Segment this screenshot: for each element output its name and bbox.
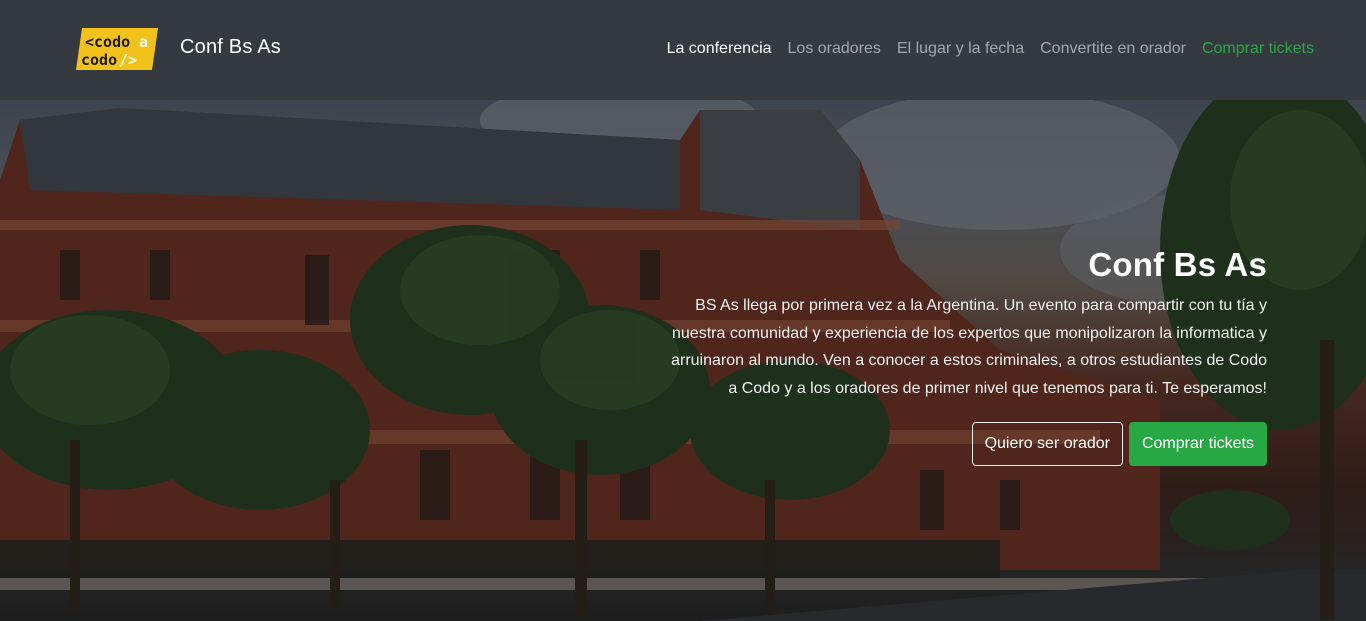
comprar-tickets-button[interactable]: Comprar tickets [1128,422,1267,466]
codo-a-codo-logo[interactable]: <codo a codo /> [76,28,158,70]
hero-buttons: Quiero ser orador Comprar tickets [667,422,1267,466]
nav-link-los-oradores[interactable]: Los oradores [788,40,881,58]
hero-content: Conf Bs As BS As llega por primera vez a… [667,246,1267,466]
hero-description: BS As llega por primera vez a la Argenti… [671,297,1267,397]
nav-links: La conferencia Los oradores El lugar y l… [667,40,1314,58]
hero-title: Conf Bs As [1088,246,1267,283]
svg-text:codo: codo [81,51,117,69]
quiero-ser-orador-button[interactable]: Quiero ser orador [971,422,1123,466]
svg-text:<codo: <codo [85,33,130,51]
svg-text:a: a [139,33,148,51]
navbar: <codo a codo /> Conf Bs As La conferenci… [0,0,1366,100]
hero-section: Conf Bs As BS As llega por primera vez a… [0,100,1366,621]
svg-text:/>: /> [119,51,137,69]
nav-link-la-conferencia[interactable]: La conferencia [667,40,772,58]
nav-link-comprar-tickets[interactable]: Comprar tickets [1202,40,1314,58]
nav-link-convertite-en-orador[interactable]: Convertite en orador [1040,40,1186,58]
nav-link-el-lugar-y-la-fecha[interactable]: El lugar y la fecha [897,40,1024,58]
brand-title[interactable]: Conf Bs As [180,36,281,59]
